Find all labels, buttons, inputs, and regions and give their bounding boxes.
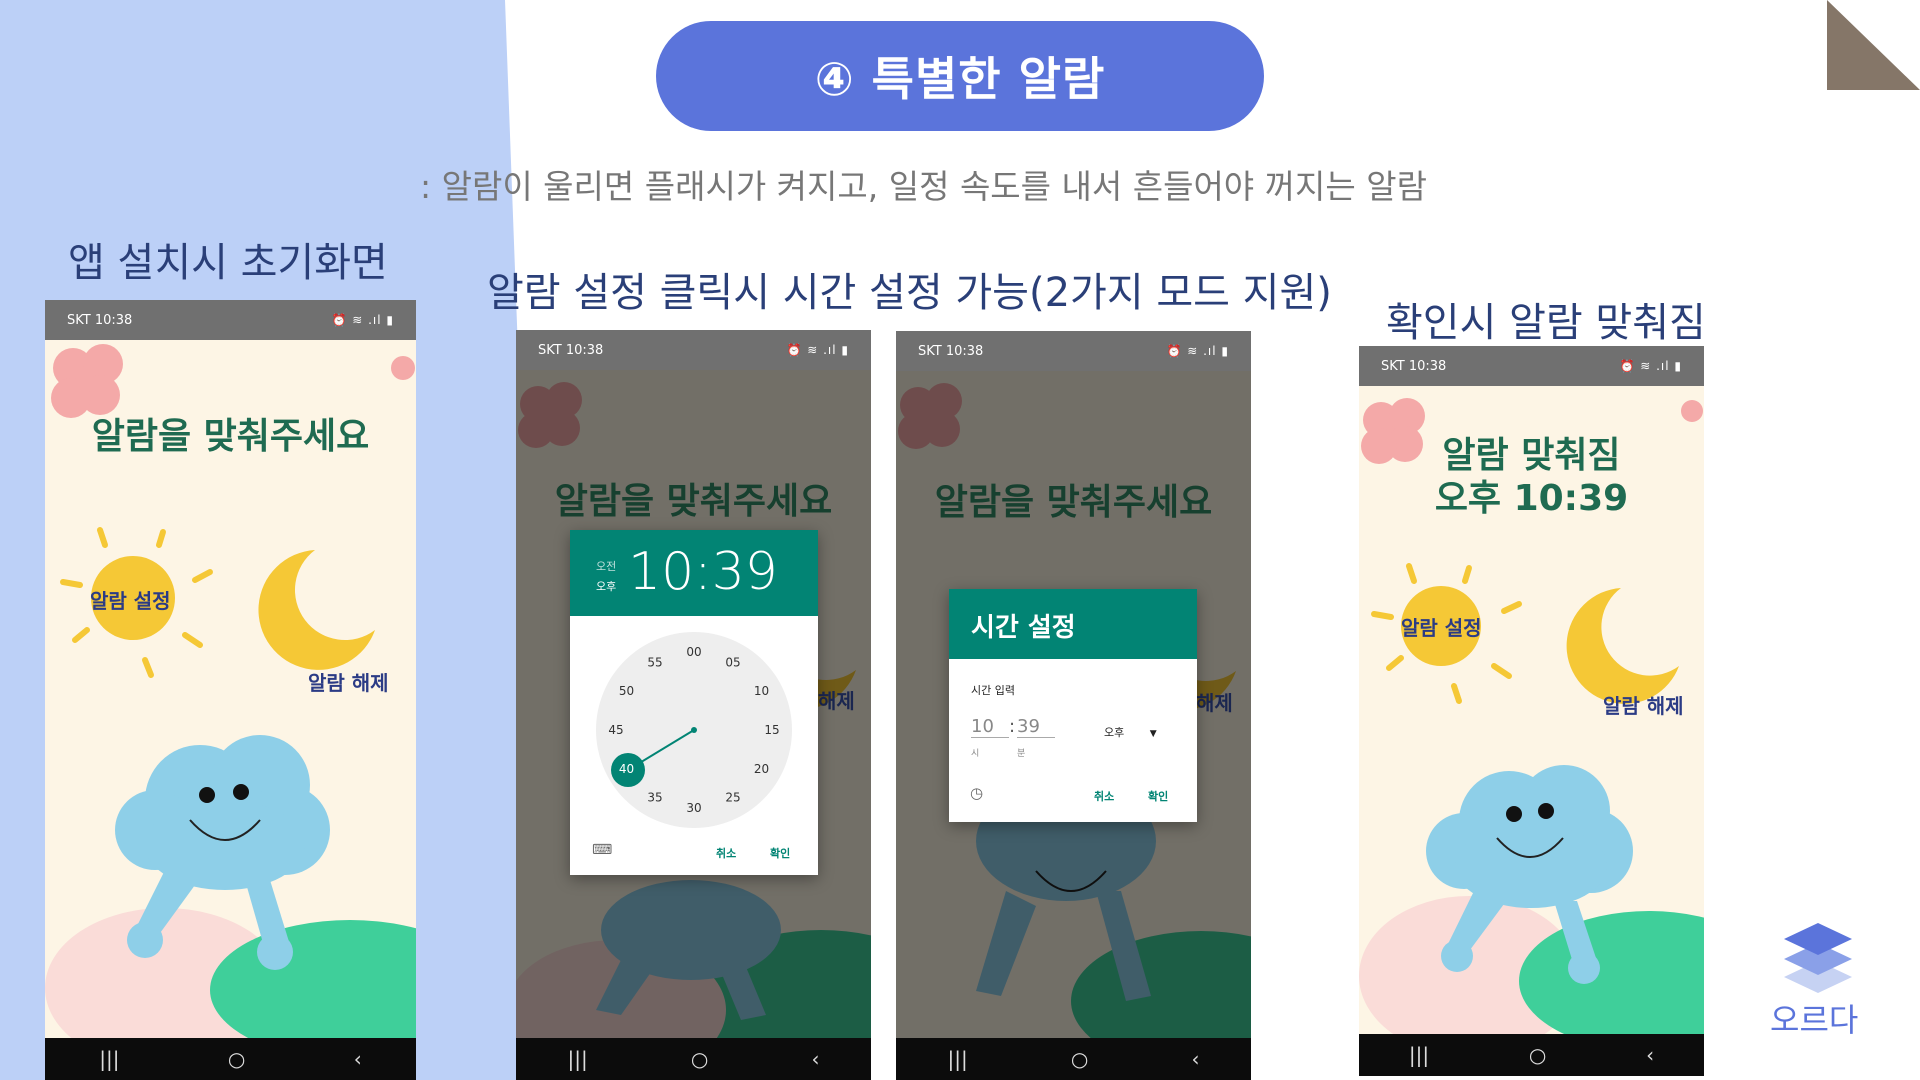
chevron-down-icon: ▼ <box>1149 729 1157 739</box>
cancel-alarm-button[interactable]: 알람 해제 <box>1603 690 1684 719</box>
time-input-dialog: 시간 설정 시간 입력 10 : 39 시 분 오후 ▼ ◷ 취소 확인 <box>949 589 1197 822</box>
back-button[interactable]: ‹ <box>811 1047 819 1071</box>
cancel-alarm-button[interactable]: 알람 해제 <box>308 667 389 696</box>
label-alarm-confirmed: 확인시 알람 맞춰짐 <box>1386 300 1706 346</box>
recent-apps-button[interactable]: ||| <box>1409 1043 1429 1067</box>
time-picker-dialog: 오전 오후 10:39 00 05 10 15 20 25 30 35 40 45 50 55 ⌨ 취… <box>570 530 818 875</box>
status-bar: SKT 10:38 ⏰ ≋ .ıl ▮ <box>1359 346 1704 386</box>
clock-number-35[interactable]: 35 <box>647 791 662 805</box>
brand-name: 오르다 <box>1770 1001 1859 1039</box>
status-bar: SKT 10:38 ⏰ ≋ .ıl ▮ <box>45 300 416 340</box>
app-heading: 알람을 맞춰주세요 <box>554 481 833 522</box>
brand-logo-icon <box>1784 923 1852 993</box>
set-alarm-button[interactable]: 알람 설정 <box>90 585 171 614</box>
android-nav-bar: ||| ○ ‹ <box>896 1038 1251 1080</box>
cancel-alarm-button[interactable]: 해제 <box>818 685 855 714</box>
selected-time[interactable]: 10:39 <box>628 542 778 602</box>
recent-apps-button[interactable]: ||| <box>99 1047 119 1071</box>
ampm-select[interactable]: 오후 ▼ <box>1104 724 1157 740</box>
phone-initial-screen: SKT 10:38 ⏰ ≋ .ıl ▮ 알람을 맞춰주세요 알람 설정 알람 해… <box>45 300 416 1080</box>
am-toggle[interactable]: 오전 <box>596 558 616 574</box>
clock-number-55[interactable]: 55 <box>647 656 662 670</box>
ok-button[interactable]: 확인 <box>1148 788 1168 804</box>
status-bar: SKT 10:38 ⏰ ≋ .ıl ▮ <box>516 330 871 370</box>
home-button[interactable]: ○ <box>1071 1047 1088 1071</box>
recent-apps-button[interactable]: ||| <box>948 1047 968 1071</box>
clock-number-05[interactable]: 05 <box>725 656 740 670</box>
set-alarm-button[interactable]: 알람 설정 <box>1401 612 1482 641</box>
time-input-label: 시간 입력 <box>971 684 1015 697</box>
status-icons: ⏰ ≋ .ıl ▮ <box>331 313 394 327</box>
status-time: SKT 10:38 <box>1381 358 1447 374</box>
app-heading: 알람 맞춰짐 오후 10:39 <box>1359 434 1704 520</box>
android-nav-bar: ||| ○ ‹ <box>1359 1034 1704 1076</box>
label-time-setting: 알람 설정 클릭시 시간 설정 가능(2가지 모드 지원) <box>487 270 1332 316</box>
pm-toggle[interactable]: 오후 <box>596 578 616 594</box>
cancel-button[interactable]: 취소 <box>1094 788 1114 804</box>
cancel-button[interactable]: 취소 <box>716 845 736 861</box>
status-icons: ⏰ ≋ .ıl ▮ <box>1166 344 1229 358</box>
back-button[interactable]: ‹ <box>354 1047 362 1071</box>
app-heading: 알람을 맞춰주세요 <box>934 482 1213 523</box>
clock-number-10[interactable]: 10 <box>754 684 769 698</box>
slide-subtitle: : 알람이 울리면 플래시가 켜지고, 일정 속도를 내서 흔들어야 꺼지는 알… <box>420 167 1427 206</box>
clock-number-50[interactable]: 50 <box>619 684 634 698</box>
clock-number-25[interactable]: 25 <box>725 791 740 805</box>
phone-alarm-set: SKT 10:38 ⏰ ≋ .ıl ▮ 알람 맞춰짐 오후 10:39 알람 설… <box>1359 346 1704 1076</box>
status-bar: SKT 10:38 ⏰ ≋ .ıl ▮ <box>896 331 1251 371</box>
clock-number-20[interactable]: 20 <box>754 762 769 776</box>
cancel-alarm-button[interactable]: 해제 <box>1196 687 1233 716</box>
hour-input[interactable]: 10 <box>971 716 1009 738</box>
clock-number-30[interactable]: 30 <box>686 801 701 815</box>
ok-button[interactable]: 확인 <box>770 845 790 861</box>
clock-icon[interactable]: ◷ <box>970 784 983 802</box>
app-heading: 알람을 맞춰주세요 <box>91 416 370 457</box>
time-separator: : <box>1009 716 1016 737</box>
minute-label: 분 <box>1017 749 1026 759</box>
status-icons: ⏰ ≋ .ıl ▮ <box>786 343 849 357</box>
label-initial-screen: 앱 설치시 초기화면 <box>68 240 388 286</box>
android-nav-bar: ||| ○ ‹ <box>516 1038 871 1080</box>
status-time: SKT 10:38 <box>918 343 984 359</box>
clock-face[interactable]: 00 05 10 15 20 25 30 35 40 45 50 55 <box>596 632 792 828</box>
hour-label: 시 <box>971 749 980 759</box>
android-nav-bar: ||| ○ ‹ <box>45 1038 416 1080</box>
minute-input[interactable]: 39 <box>1017 716 1055 738</box>
phone-keyboard-input: SKT 10:38 ⏰ ≋ .ıl ▮ 알람을 맞춰주세요 해제 시간 설정 시… <box>896 331 1251 1080</box>
time-picker-header: 오전 오후 10:39 <box>570 530 818 616</box>
clock-number-00[interactable]: 00 <box>686 645 701 659</box>
dialog-title: 시간 설정 <box>949 589 1197 659</box>
home-button[interactable]: ○ <box>691 1047 708 1071</box>
phone-clock-picker: SKT 10:38 ⏰ ≋ .ıl ▮ 알람을 맞춰주세요 해제 오전 오후 1… <box>516 330 871 1080</box>
recent-apps-button[interactable]: ||| <box>568 1047 588 1071</box>
status-time: SKT 10:38 <box>67 312 133 328</box>
clock-number-45[interactable]: 45 <box>608 723 623 737</box>
slide-title: ④ 특별한 알람 <box>656 21 1264 131</box>
clock-number-40[interactable]: 40 <box>619 762 634 776</box>
back-button[interactable]: ‹ <box>1646 1043 1654 1067</box>
home-button[interactable]: ○ <box>1529 1043 1546 1067</box>
status-icons: ⏰ ≋ .ıl ▮ <box>1619 359 1682 373</box>
alarm-set-heading: 알람 맞춰짐 <box>1442 435 1621 476</box>
alarm-set-time: 오후 10:39 <box>1434 478 1629 520</box>
keyboard-icon[interactable]: ⌨ <box>592 842 612 858</box>
clock-number-15[interactable]: 15 <box>764 723 779 737</box>
ampm-value: 오후 <box>1104 726 1125 739</box>
status-time: SKT 10:38 <box>538 342 604 358</box>
back-button[interactable]: ‹ <box>1191 1047 1199 1071</box>
home-button[interactable]: ○ <box>228 1047 245 1071</box>
